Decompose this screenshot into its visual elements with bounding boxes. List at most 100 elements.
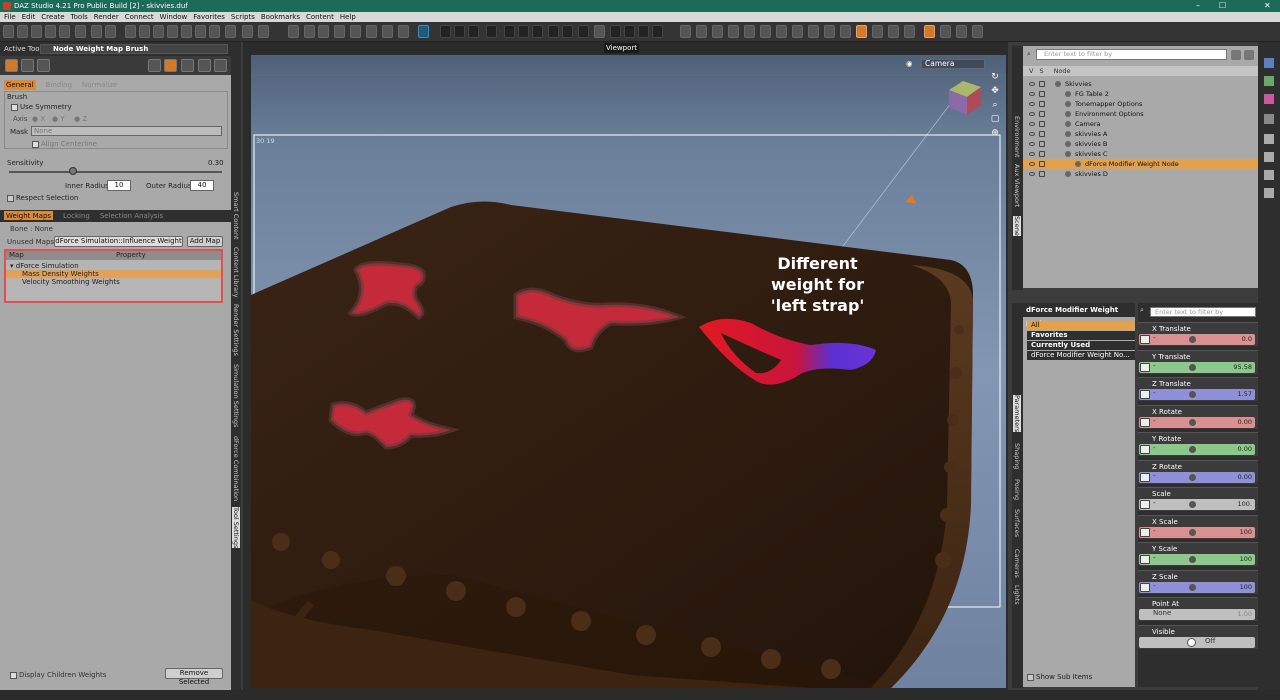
pin-icon[interactable] <box>181 59 194 72</box>
sensitivity-track[interactable] <box>9 171 222 173</box>
paint-icon[interactable] <box>198 59 211 72</box>
tab-content-library[interactable]: Content Library <box>232 247 240 298</box>
outer-radius-field[interactable]: 40 <box>190 180 214 191</box>
selectable-icon[interactable] <box>1039 101 1045 107</box>
tab-shaping[interactable]: Shaping <box>1013 443 1021 469</box>
scene-node-row[interactable]: dForce Modifier Weight Node <box>1023 159 1258 169</box>
param-slider[interactable]: - 0.00 <box>1139 471 1255 483</box>
tab-selection-analysis[interactable]: Selection Analysis <box>100 211 163 220</box>
preset-10-icon[interactable] <box>578 25 589 38</box>
pan-icon[interactable] <box>744 25 755 38</box>
scene-node-row[interactable]: skivvies C <box>1023 149 1258 159</box>
orbit-icon[interactable] <box>728 25 739 38</box>
selectable-icon[interactable] <box>1039 161 1045 167</box>
align-icon[interactable] <box>872 25 883 38</box>
camera-view-icon[interactable]: ◉ <box>906 59 913 68</box>
move-icon[interactable] <box>680 25 691 38</box>
strip-icon-1[interactable] <box>1264 58 1274 68</box>
open-icon[interactable] <box>17 25 28 38</box>
preset-8-icon[interactable] <box>548 25 559 38</box>
scene-node-row[interactable]: skivvies D <box>1023 169 1258 179</box>
tab-smart-content[interactable]: Smart Content <box>232 192 240 240</box>
scene-node-row[interactable]: skivvies A <box>1023 129 1258 139</box>
visibility-eye-icon[interactable] <box>1029 112 1035 116</box>
link-icon[interactable] <box>940 25 951 38</box>
strip-icon-8[interactable] <box>1264 188 1274 198</box>
weight-icon[interactable] <box>164 59 177 72</box>
tab-cameras[interactable]: Cameras <box>1013 549 1021 578</box>
tab-weight-maps[interactable]: Weight Maps <box>4 211 54 220</box>
param-group-favorites[interactable]: Favorites <box>1027 331 1135 340</box>
tab-binding[interactable]: Binding <box>46 80 72 90</box>
save-icon[interactable] <box>31 25 42 38</box>
node-icon[interactable] <box>148 59 161 72</box>
visibility-eye-icon[interactable] <box>1029 172 1035 176</box>
scene-node-row[interactable]: Tonemapper Options <box>1023 99 1258 109</box>
param-slider-knob[interactable] <box>1189 363 1196 371</box>
snap-icon[interactable] <box>888 25 899 38</box>
selectable-icon[interactable] <box>1039 121 1045 127</box>
tab-dforce-combination[interactable]: dForce Combination <box>232 436 240 501</box>
scene-filter-input[interactable]: Enter text to filter by <box>1036 49 1227 60</box>
visibility-eye-icon[interactable] <box>1029 102 1035 106</box>
scale-tool-icon[interactable] <box>167 25 178 38</box>
render-settings-icon[interactable] <box>75 25 86 38</box>
param-slider[interactable]: - 100 <box>1139 581 1255 593</box>
menu-scripts[interactable]: Scripts <box>231 12 255 22</box>
display-children-checkbox[interactable] <box>10 671 17 679</box>
strip-icon-6[interactable] <box>1264 152 1274 162</box>
tab-render-settings[interactable]: Render Settings <box>232 304 240 356</box>
menu-connect[interactable]: Connect <box>125 12 154 22</box>
measure-icon[interactable] <box>904 25 915 38</box>
scene-option-icon[interactable] <box>1231 50 1241 60</box>
universal-tool-icon[interactable] <box>125 25 136 38</box>
viewport-3d[interactable] <box>251 55 1006 688</box>
param-slider[interactable]: - 0.00 <box>1139 444 1255 455</box>
remove-selected-button[interactable]: Remove Selected <box>165 668 223 686</box>
tab-simulation-settings[interactable]: Simulation Settings <box>232 364 240 427</box>
param-slider[interactable]: - 100 <box>1139 526 1255 538</box>
visibility-eye-icon[interactable] <box>1029 152 1035 156</box>
minimize-button[interactable]: – <box>1196 0 1200 12</box>
geometry-editor-icon[interactable] <box>225 25 236 38</box>
param-slider[interactable]: - 0.0 <box>1139 334 1255 345</box>
selectable-icon[interactable] <box>1039 131 1045 137</box>
selectable-icon[interactable] <box>1039 171 1045 177</box>
plane-icon[interactable] <box>366 25 377 38</box>
tab-environment[interactable]: Environment <box>1013 116 1021 158</box>
options-icon[interactable] <box>214 59 227 72</box>
param-slider[interactable]: - 100 <box>1139 554 1255 565</box>
node-select-icon[interactable] <box>808 25 819 38</box>
region-icon[interactable] <box>840 25 851 38</box>
visibility-eye-icon[interactable] <box>1029 132 1035 136</box>
tab-scene[interactable]: Scene <box>1013 216 1021 236</box>
selectable-icon[interactable] <box>1039 151 1045 157</box>
edit-icon[interactable] <box>258 25 269 38</box>
weight-brush-active-icon[interactable] <box>856 25 867 38</box>
menu-create[interactable]: Create <box>41 12 64 22</box>
new-icon[interactable] <box>3 25 14 38</box>
param-slider-knob[interactable] <box>1189 473 1196 481</box>
pan-nav-icon[interactable]: ✥ <box>990 86 1000 96</box>
strip-icon-2[interactable] <box>1264 76 1274 86</box>
align-centerline-checkbox[interactable] <box>32 140 39 148</box>
preset-14-icon[interactable] <box>652 25 663 38</box>
menu-window[interactable]: Window <box>160 12 188 22</box>
menu-content[interactable]: Content <box>306 12 334 22</box>
strip-icon-5[interactable] <box>1264 134 1274 144</box>
inner-radius-field[interactable]: 10 <box>107 180 131 191</box>
param-filter-input[interactable]: Enter text to filter by <box>1150 307 1256 317</box>
joint-editor-icon[interactable] <box>181 25 192 38</box>
show-sub-items-checkbox[interactable] <box>1027 673 1034 681</box>
close-button[interactable]: ✕ <box>1264 0 1271 12</box>
param-slider-knob[interactable] <box>1189 336 1196 343</box>
tab-general[interactable]: General <box>4 80 36 90</box>
map-item-mass-density[interactable]: Mass Density Weights <box>6 270 221 278</box>
add-map-button[interactable]: Add Map <box>187 236 223 247</box>
spot-render-icon[interactable] <box>242 25 253 38</box>
display-children-row[interactable]: Display Children Weights <box>10 671 106 679</box>
respect-selection-row[interactable]: Respect Selection <box>7 194 78 202</box>
parameters-node-select[interactable]: dForce Modifier Weight Node <box>1023 303 1135 328</box>
active-tool-select[interactable]: Node Weight Map Brush <box>40 44 228 54</box>
point-at-field[interactable]: None 1.00 <box>1139 609 1255 620</box>
